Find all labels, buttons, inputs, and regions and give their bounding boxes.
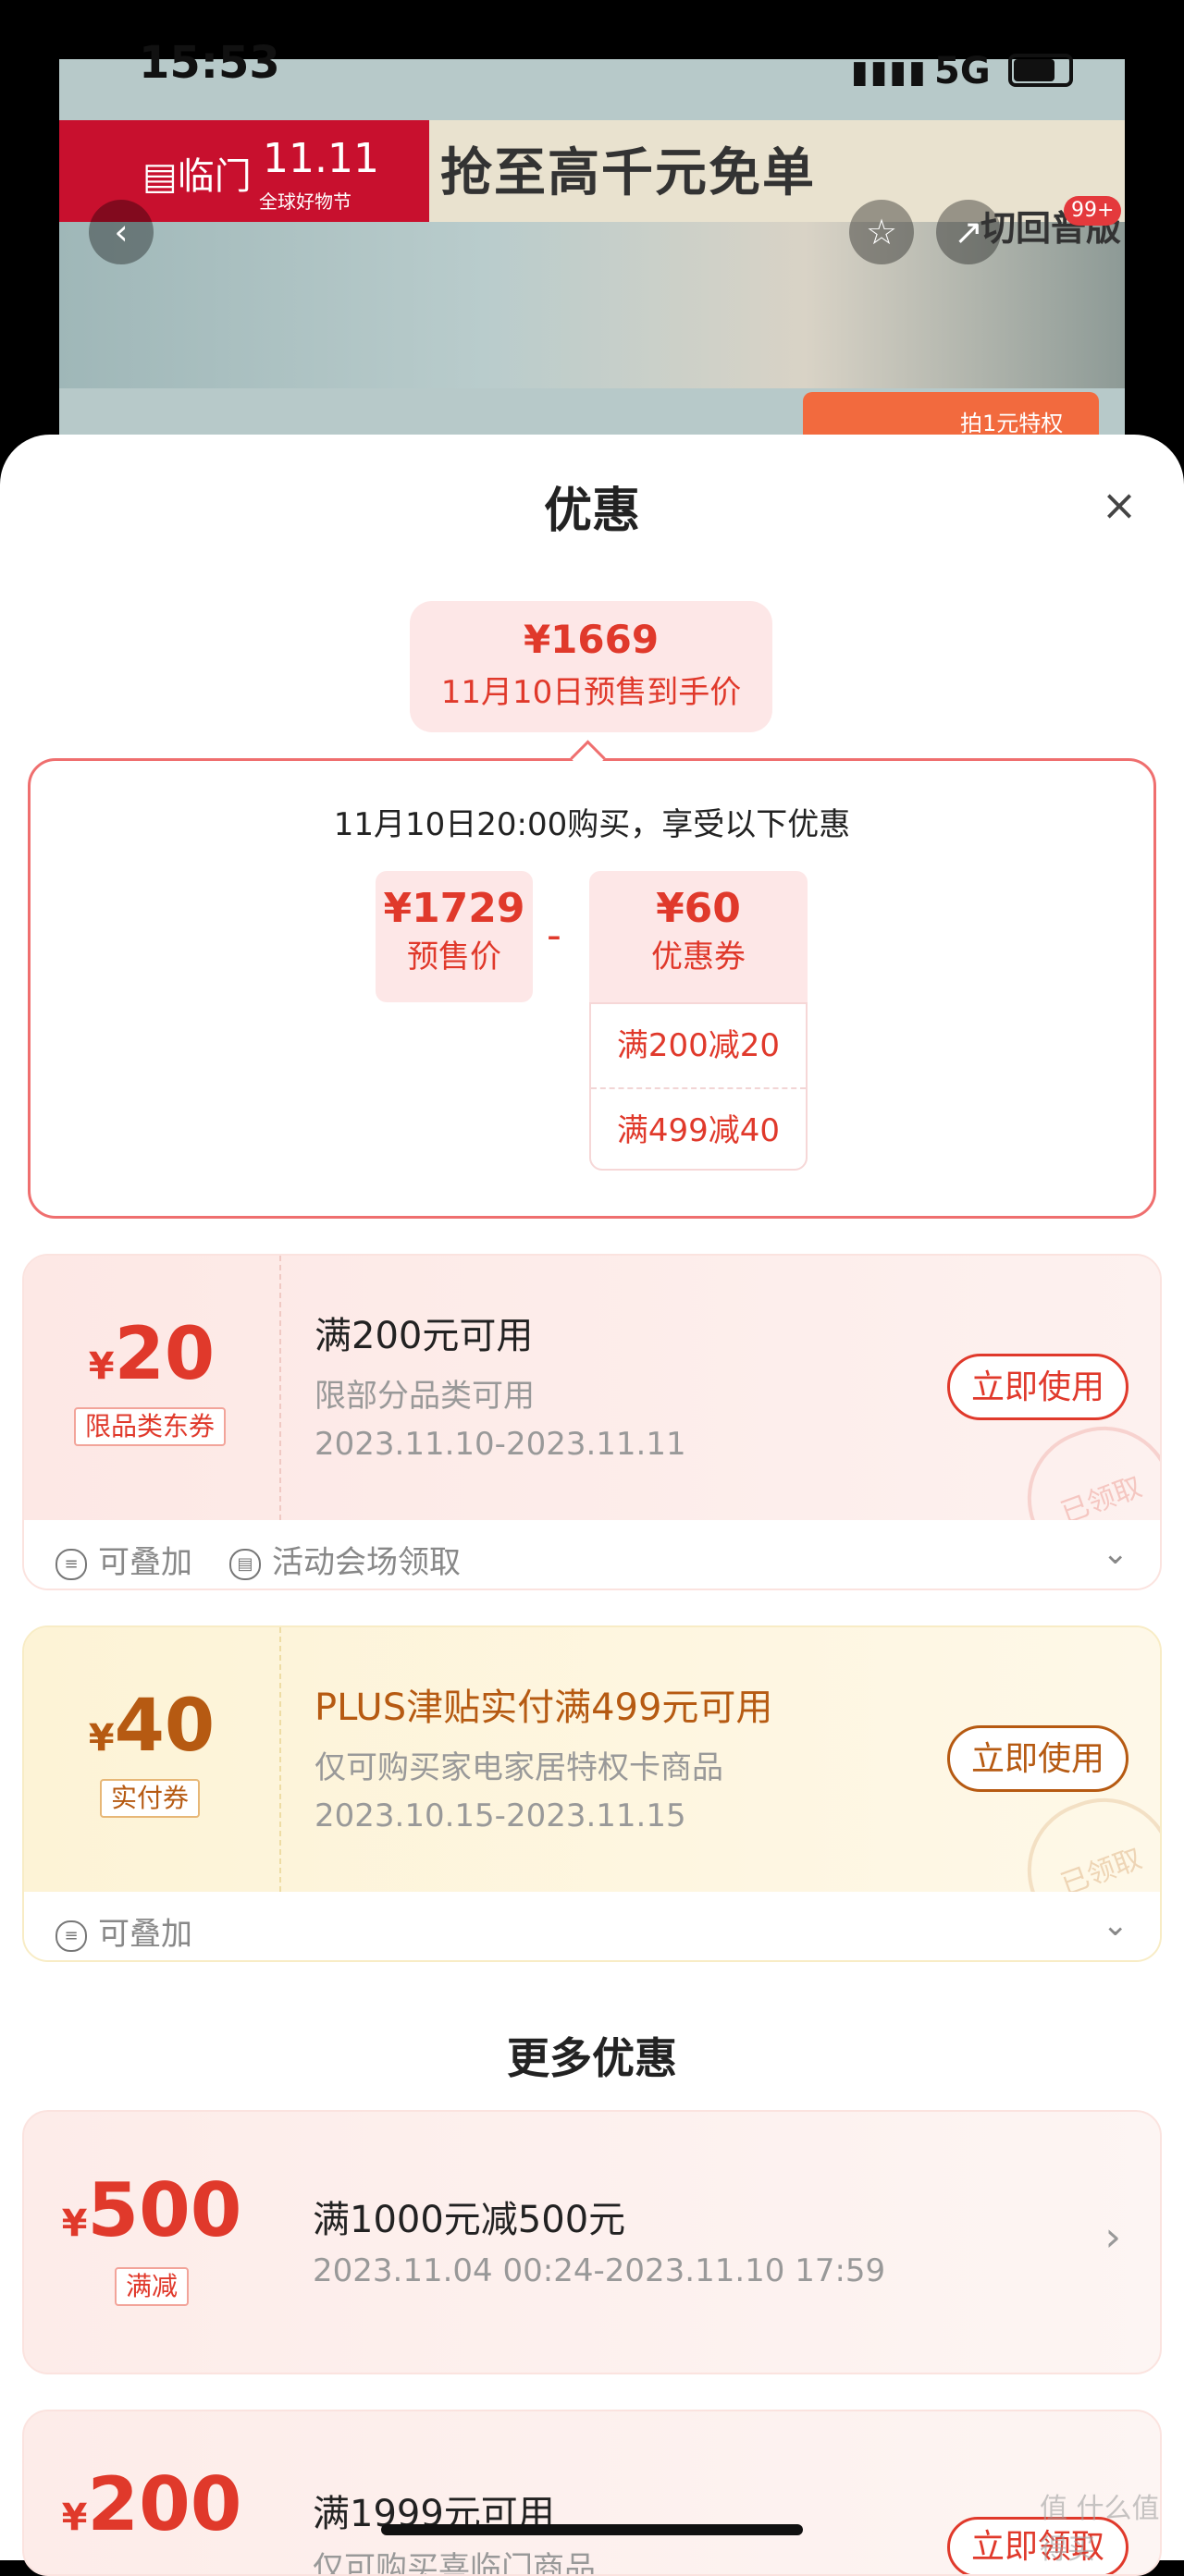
coupon-total: ¥60 (656, 885, 741, 932)
status-bar: 15:53 ▮▮▮▮ 5G (0, 0, 1184, 92)
final-price: ¥1669 (523, 617, 660, 662)
coupon-rule: 满499减40 (591, 1087, 806, 1172)
offer-amount: ¥200 (61, 2461, 242, 2547)
watermark: 值 什么值得买 (1040, 2493, 1160, 2566)
coupon-title: 满200元可用 (314, 1315, 534, 1357)
offer-card[interactable]: ¥500 满减 满1000元减500元 2023.11.04 00:24-202… (22, 2110, 1162, 2374)
status-time: 15:53 (139, 37, 280, 89)
minus-operator: - (547, 912, 561, 959)
coupon-card: ¥40 实付券 PLUS津贴实付满499元可用 仅可购买家电家居特权卡商品 20… (22, 1625, 1162, 1962)
home-indicator[interactable] (381, 2524, 803, 2535)
offer-tag: 满减 (115, 2267, 190, 2306)
coupon-tag: 实付券 (100, 1779, 201, 1818)
coupon-amount: ¥40 (88, 1685, 216, 1768)
event-subtitle: 全球好物节 (259, 190, 352, 213)
event-logo: 11.11 (263, 135, 379, 182)
brand-logo: ▤临门 (142, 155, 252, 198)
more-offers-title: 更多优惠 (507, 2033, 677, 2083)
coupon-tag: 限品类东券 (74, 1407, 227, 1446)
close-icon[interactable]: × (1095, 481, 1143, 529)
coupon-desc: 仅可购买家电家居特权卡商品 (314, 1749, 723, 1786)
coupon-period: 2023.10.15-2023.11.15 (314, 1797, 686, 1834)
offer-title: 满1000元减500元 (313, 2199, 626, 2241)
final-price-desc: 11月10日预售到手价 (440, 674, 742, 711)
signal-icon: ▮▮▮▮ (851, 54, 928, 91)
sheet-title: 优惠 (543, 484, 640, 539)
chevron-right-icon[interactable]: › (1104, 2214, 1121, 2261)
stackable-note: ≡ 可叠加 (56, 1908, 192, 1954)
use-now-button[interactable]: 立即使用 (947, 1354, 1128, 1420)
final-price-pill: ¥1669 11月10日预售到手价 (410, 601, 772, 732)
coupon-desc: 限部分品类可用 (314, 1378, 535, 1415)
chevron-down-icon[interactable]: ⌄ (1103, 1535, 1129, 1572)
presale-label: 预售价 (407, 938, 501, 975)
coupon-amount: ¥20 (88, 1313, 216, 1396)
promo-slogan: 抢至高千元免单 (440, 143, 816, 203)
coupon-total-label: 优惠券 (651, 938, 746, 975)
breakdown-headline: 11月10日20:00购买，享受以下优惠 (333, 806, 851, 843)
coupon-card: ¥20 限品类东券 满200元可用 限部分品类可用 2023.11.10-202… (22, 1254, 1162, 1590)
message-badge: 99+ (1064, 196, 1122, 226)
coupon-rule: 满200减20 (616, 1027, 781, 1064)
coupon-footer: ≡ 可叠加 ▤ 活动会场领取 ⌄ (24, 1520, 1160, 1589)
coupon-footer: ≡ 可叠加 ⌄ (24, 1892, 1160, 1960)
offer-desc: 仅可购买喜临门商品 (313, 2550, 596, 2576)
coupon-period: 2023.11.10-2023.11.11 (314, 1426, 686, 1463)
offer-period: 2023.11.04 00:24-2023.11.10 17:59 (313, 2252, 886, 2289)
source-note: ▤ 活动会场领取 (229, 1537, 461, 1582)
stackable-note: ≡ 可叠加 (56, 1537, 192, 1582)
offer-amount: ¥500 (61, 2167, 242, 2253)
battery-icon (1008, 54, 1073, 87)
favorite-star-icon[interactable]: ☆ (849, 200, 914, 264)
presale-price: ¥1729 (383, 885, 525, 932)
coupon-total-box: ¥60 优惠券 (589, 871, 808, 1002)
back-icon[interactable]: ‹ (89, 200, 154, 264)
network-label: 5G (934, 50, 991, 92)
presale-price-box: ¥1729 预售价 (376, 871, 533, 1002)
offer-card[interactable]: ¥200 满1999元可用 仅可购买喜临门商品 立即领取 (22, 2410, 1162, 2576)
stack-icon: ≡ (56, 1920, 87, 1952)
coupon-rules: 满200减20 满499减40 (589, 1002, 808, 1171)
chevron-down-icon[interactable]: ⌄ (1103, 1907, 1129, 1944)
coupon-title: PLUS津贴实付满499元可用 (314, 1687, 773, 1729)
use-now-button[interactable]: 立即使用 (947, 1725, 1128, 1792)
stack-icon: ≡ (56, 1548, 87, 1580)
ticket-icon: ▤ (229, 1548, 261, 1580)
